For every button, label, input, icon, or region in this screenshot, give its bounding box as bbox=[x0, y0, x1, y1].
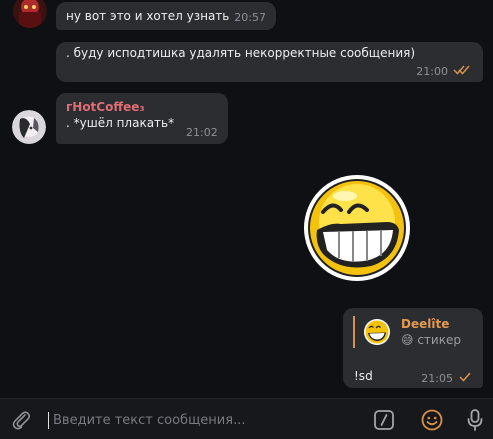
input-placeholder: Введите текст сообщения... bbox=[53, 412, 246, 428]
reply-author: Deelîte bbox=[401, 317, 450, 331]
reply-kind: 😅 стикер bbox=[401, 333, 461, 347]
attach-icon[interactable] bbox=[9, 408, 33, 432]
message-bubble[interactable]: . буду исподтишка удалять некорректные с… bbox=[56, 42, 483, 82]
sticker-thumbnail bbox=[363, 318, 391, 346]
message-bubble[interactable]: Deelîte 😅 стикер !sd 21:05 bbox=[343, 308, 483, 388]
chat-history: ну вот это и хотел узнать 20:57 . буду и… bbox=[0, 0, 493, 398]
commands-icon[interactable] bbox=[373, 409, 395, 431]
message-text: !sd bbox=[354, 369, 373, 383]
reply-preview[interactable]: Deelîte 😅 стикер bbox=[353, 316, 473, 348]
avatar[interactable] bbox=[12, 110, 46, 144]
message-time: 21:02 bbox=[186, 126, 218, 139]
message-text: ну вот это и хотел узнать bbox=[66, 9, 230, 23]
single-check-icon bbox=[459, 371, 471, 387]
message-time: 20:57 bbox=[234, 11, 266, 24]
text-cursor bbox=[48, 411, 49, 429]
emoji-icon[interactable] bbox=[420, 408, 444, 432]
sender-name[interactable]: гHotCoffee₃ bbox=[66, 99, 218, 115]
message-time: 21:05 bbox=[421, 372, 453, 385]
message-bubble[interactable]: ну вот это и хотел узнать 20:57 bbox=[56, 2, 276, 30]
message-text: . буду исподтишка удалять некорректные с… bbox=[66, 46, 416, 60]
message-time: 21:00 bbox=[416, 65, 448, 78]
microphone-icon[interactable] bbox=[463, 407, 487, 433]
message-composer: Введите текст сообщения... bbox=[0, 398, 493, 439]
double-check-icon bbox=[453, 64, 471, 80]
message-bubble[interactable]: гHotCoffee₃ . *ушёл плакать* 21:02 bbox=[56, 93, 228, 144]
sticker-grinning-face[interactable] bbox=[301, 172, 413, 284]
avatar[interactable] bbox=[13, 0, 47, 28]
message-input[interactable]: Введите текст сообщения... bbox=[48, 407, 348, 433]
